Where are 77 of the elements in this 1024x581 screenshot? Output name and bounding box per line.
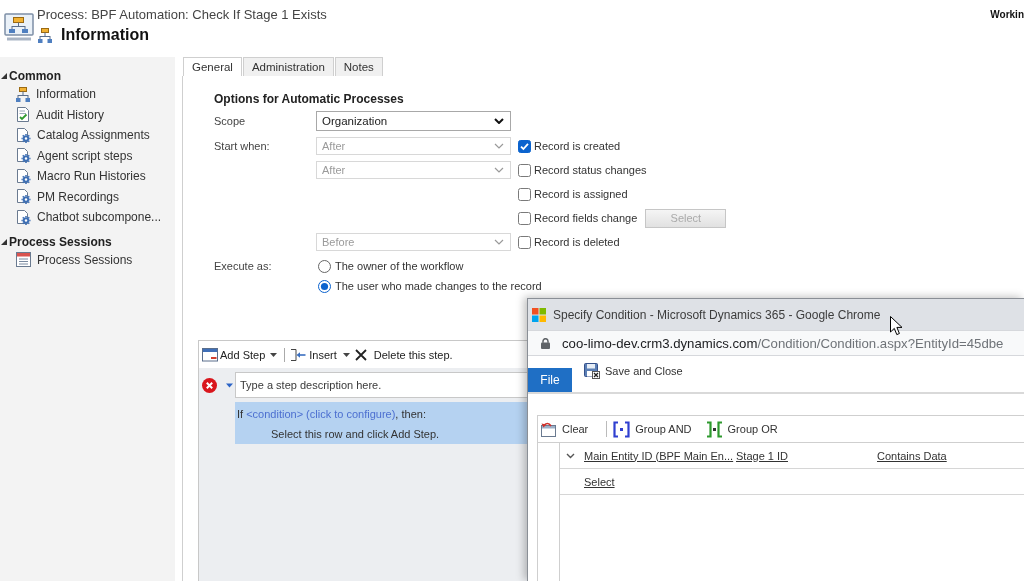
sidebar-item[interactable]: Macro Run Histories — [16, 166, 146, 187]
cross-icon — [354, 348, 367, 361]
checkbox-label: Record fields change — [534, 212, 638, 224]
four-squares-icon — [532, 307, 546, 322]
save-and-close-button[interactable]: Save and Close — [584, 363, 683, 379]
operator-link[interactable]: Contains Data — [877, 449, 947, 462]
flowchart-icon — [4, 13, 34, 41]
address-bar[interactable]: coo-limo-dev.crm3.dynamics.com/Condition/Condition.aspx?EntityId=45dbe — [528, 330, 1024, 356]
group-or-button[interactable]: Group OR — [705, 420, 778, 438]
file-tab[interactable]: File — [528, 368, 572, 392]
document-gear-icon — [16, 209, 31, 225]
document-check-icon — [16, 107, 30, 123]
clear-button[interactable]: Clear — [541, 421, 589, 437]
document-gear-icon — [16, 189, 31, 205]
bracket-icon — [613, 420, 631, 438]
chevron-icon[interactable] — [566, 452, 575, 459]
group-and-button[interactable]: Group AND — [613, 420, 692, 438]
radio-label: The owner of the workflow — [335, 260, 464, 272]
tab[interactable]: Administration — [242, 57, 334, 76]
insert-button[interactable]: Insert — [290, 347, 350, 362]
field-label: Scope — [214, 115, 247, 127]
radio-button[interactable] — [318, 259, 331, 273]
chevron-icon — [494, 239, 504, 245]
flowchart-icon — [16, 86, 30, 102]
radio-button[interactable] — [318, 279, 331, 293]
sidebar-item[interactable]: PM Recordings — [16, 186, 120, 207]
condition-text: If <condition> (click to configure), then: — [237, 407, 426, 422]
page-title: Process: BPF Automation: Check If Stage 1 Exists — [37, 6, 327, 23]
sidebar-item[interactable]: Catalog Assignments — [16, 125, 150, 146]
section-heading: Options for Automatic Processes — [214, 91, 404, 107]
add-step-button[interactable]: Add Step — [202, 347, 278, 362]
sidebar-item[interactable]: Agent script steps — [16, 145, 133, 166]
chevron-icon — [494, 167, 504, 173]
sidebar-item[interactable]: Audit History — [16, 104, 105, 125]
flowchart-icon — [38, 27, 52, 43]
bracket-arrow-icon — [290, 347, 307, 362]
sidebar-item[interactable]: Process Sessions — [16, 249, 133, 270]
sidebar-section-header[interactable]: Process Sessions — [0, 233, 112, 250]
attribute-link[interactable]: Stage 1 ID — [736, 449, 788, 462]
checkbox[interactable] — [518, 235, 531, 249]
hint-text: Select this row and click Add Step. — [271, 427, 440, 442]
chevron-icon — [494, 143, 504, 149]
checkbox[interactable] — [518, 187, 531, 201]
field-label: Execute as: — [214, 260, 273, 272]
bracket-icon — [705, 420, 723, 438]
document-gear-icon — [16, 168, 31, 184]
checkbox[interactable] — [518, 211, 531, 225]
status-text: Workin — [990, 9, 1024, 21]
select-link[interactable]: Select — [584, 475, 615, 488]
tab[interactable]: Notes — [334, 57, 383, 76]
checkbox-label: Record is deleted — [534, 236, 620, 248]
field-link[interactable]: Main Entity ID (BPF Main En... — [584, 449, 734, 462]
chevron-icon — [494, 118, 504, 124]
checkbox-label: Record is assigned — [534, 188, 628, 200]
tab[interactable]: General — [183, 57, 242, 76]
delete-step-button[interactable]: Delete this step. — [354, 348, 453, 361]
step-description-field[interactable]: Type a step description here. — [235, 372, 528, 398]
checkbox-label: Record status changes — [534, 164, 647, 176]
window-title: Specify Condition - Microsoft Dynamics 365 - Google Chrome — [553, 307, 881, 322]
caret-icon[interactable] — [226, 381, 233, 389]
sidebar-item[interactable]: Chatbot subcompone... — [16, 207, 162, 228]
field-label: Start when: — [214, 140, 271, 152]
document-gear-icon — [16, 148, 31, 164]
mouse-pointer-icon — [890, 316, 903, 336]
calendar-icon — [16, 252, 31, 268]
sidebar-item[interactable]: Information — [16, 84, 97, 105]
checkbox-label: Record is created — [534, 140, 621, 152]
document-gear-icon — [16, 127, 31, 143]
condition-block[interactable]: If <condition> (click to configure), then: Select this row and click Add Step. — [235, 402, 528, 444]
sidebar-section-header[interactable]: Common — [0, 68, 61, 84]
checkbox[interactable] — [518, 139, 531, 153]
window-icon — [202, 347, 218, 362]
checkbox[interactable] — [518, 163, 531, 177]
section-title: Information — [61, 25, 149, 45]
radio-label: The user who made changes to the record — [335, 280, 542, 292]
lock-icon — [541, 337, 550, 349]
dropdown[interactable]: Organization — [316, 111, 511, 131]
